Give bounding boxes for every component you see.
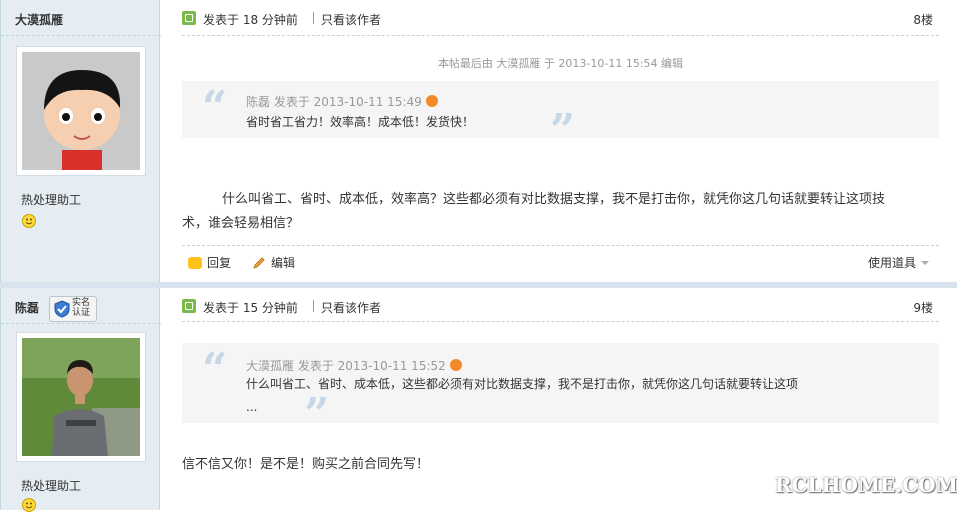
author-sidebar: 陈磊 实名认证 热处理助工 [0, 288, 161, 512]
post-time: 发表于 15 分钟前 [203, 301, 298, 315]
separator [313, 12, 314, 24]
post-info-bar: 发表于 18 分钟前 只看该作者 8楼 [182, 10, 939, 28]
edit-button[interactable]: 编辑 [252, 254, 295, 271]
separator [313, 300, 314, 312]
header-divider [182, 321, 939, 322]
shield-icon [54, 300, 70, 318]
badge-label: 实名认证 [72, 298, 91, 318]
user-rank: 热处理助工 [21, 193, 82, 207]
open-quote-icon: “ [202, 82, 228, 133]
verified-badge[interactable]: 实名认证 [49, 296, 97, 322]
floor-number[interactable]: 9楼 [913, 299, 933, 316]
author-sidebar: 大漠孤雁 热处理助工 [0, 0, 161, 282]
back-link-icon[interactable] [449, 359, 462, 371]
online-status-icon [182, 299, 196, 313]
reply-icon [188, 257, 202, 269]
only-author-link[interactable]: 只看该作者 [321, 11, 381, 28]
quote-text: 省时省工省力！效率高！成本低！发货快！ [246, 115, 475, 129]
only-author-link[interactable]: 只看该作者 [321, 299, 381, 316]
post-8: 大漠孤雁 热处理助工 发表于 18 分钟前 只看该作者 8楼 本帖最后由 大漠孤… [0, 0, 957, 282]
avatar[interactable] [16, 46, 146, 176]
message-text: 信不信又你！是不是！购买之前合同先写！ [182, 457, 430, 472]
avatar[interactable] [16, 332, 146, 462]
sidebar-divider [1, 35, 161, 36]
close-quote-icon: ” [304, 389, 330, 440]
online-status-icon [182, 11, 196, 25]
chevron-down-icon [921, 261, 929, 265]
quote-ellipsis: ... [246, 400, 258, 414]
edit-note: 本帖最后由 大漠孤雁 于 2013-10-11 15:54 编辑 [437, 57, 684, 70]
open-quote-icon: “ [202, 344, 228, 395]
close-quote-icon: ” [550, 105, 576, 156]
back-link-icon[interactable] [425, 95, 438, 107]
smile-icon [22, 214, 36, 228]
pencil-icon [253, 257, 265, 269]
author-name[interactable]: 大漠孤雁 [15, 11, 63, 28]
tools-menu[interactable]: 使用道具 [868, 254, 929, 271]
post-info-bar: 发表于 15 分钟前 只看该作者 9楼 [182, 298, 939, 316]
quote-header: 大漠孤雁 发表于 2013-10-11 15:52 [246, 357, 462, 374]
footer-divider [182, 245, 939, 246]
sidebar-divider [1, 323, 161, 324]
quote-block: “ 陈磊 发表于 2013-10-11 15:49 省时省工省力！效率高！成本低… [182, 81, 939, 153]
user-rank: 热处理助工 [21, 479, 82, 493]
site-watermark: RCLHOME.COM [775, 473, 957, 497]
header-divider [182, 35, 939, 36]
message-text: 什么叫省工、省时、成本低，效率高？这些都必须有对比数据支撑，我不是打击你，就凭你… [182, 192, 886, 231]
reply-button[interactable]: 回复 [188, 254, 231, 271]
quote-block: “ 大漠孤雁 发表于 2013-10-11 15:52 什么叫省工、省时、成本低… [182, 343, 939, 437]
post-content: 发表于 18 分钟前 只看该作者 8楼 本帖最后由 大漠孤雁 于 2013-10… [182, 0, 939, 282]
post-actions: 回复 编辑 使用道具 [182, 254, 939, 274]
photo-avatar-icon [22, 338, 140, 456]
post-time: 发表于 18 分钟前 [203, 13, 298, 27]
quote-header: 陈磊 发表于 2013-10-11 15:49 [246, 93, 438, 110]
quote-text: 什么叫省工、省时、成本低，这些都必须有对比数据支撑，我不是打击你，就凭你这几句话… [246, 377, 799, 391]
author-name[interactable]: 陈磊 [15, 299, 39, 316]
cartoon-avatar-icon [22, 52, 140, 170]
floor-number[interactable]: 8楼 [913, 11, 933, 28]
